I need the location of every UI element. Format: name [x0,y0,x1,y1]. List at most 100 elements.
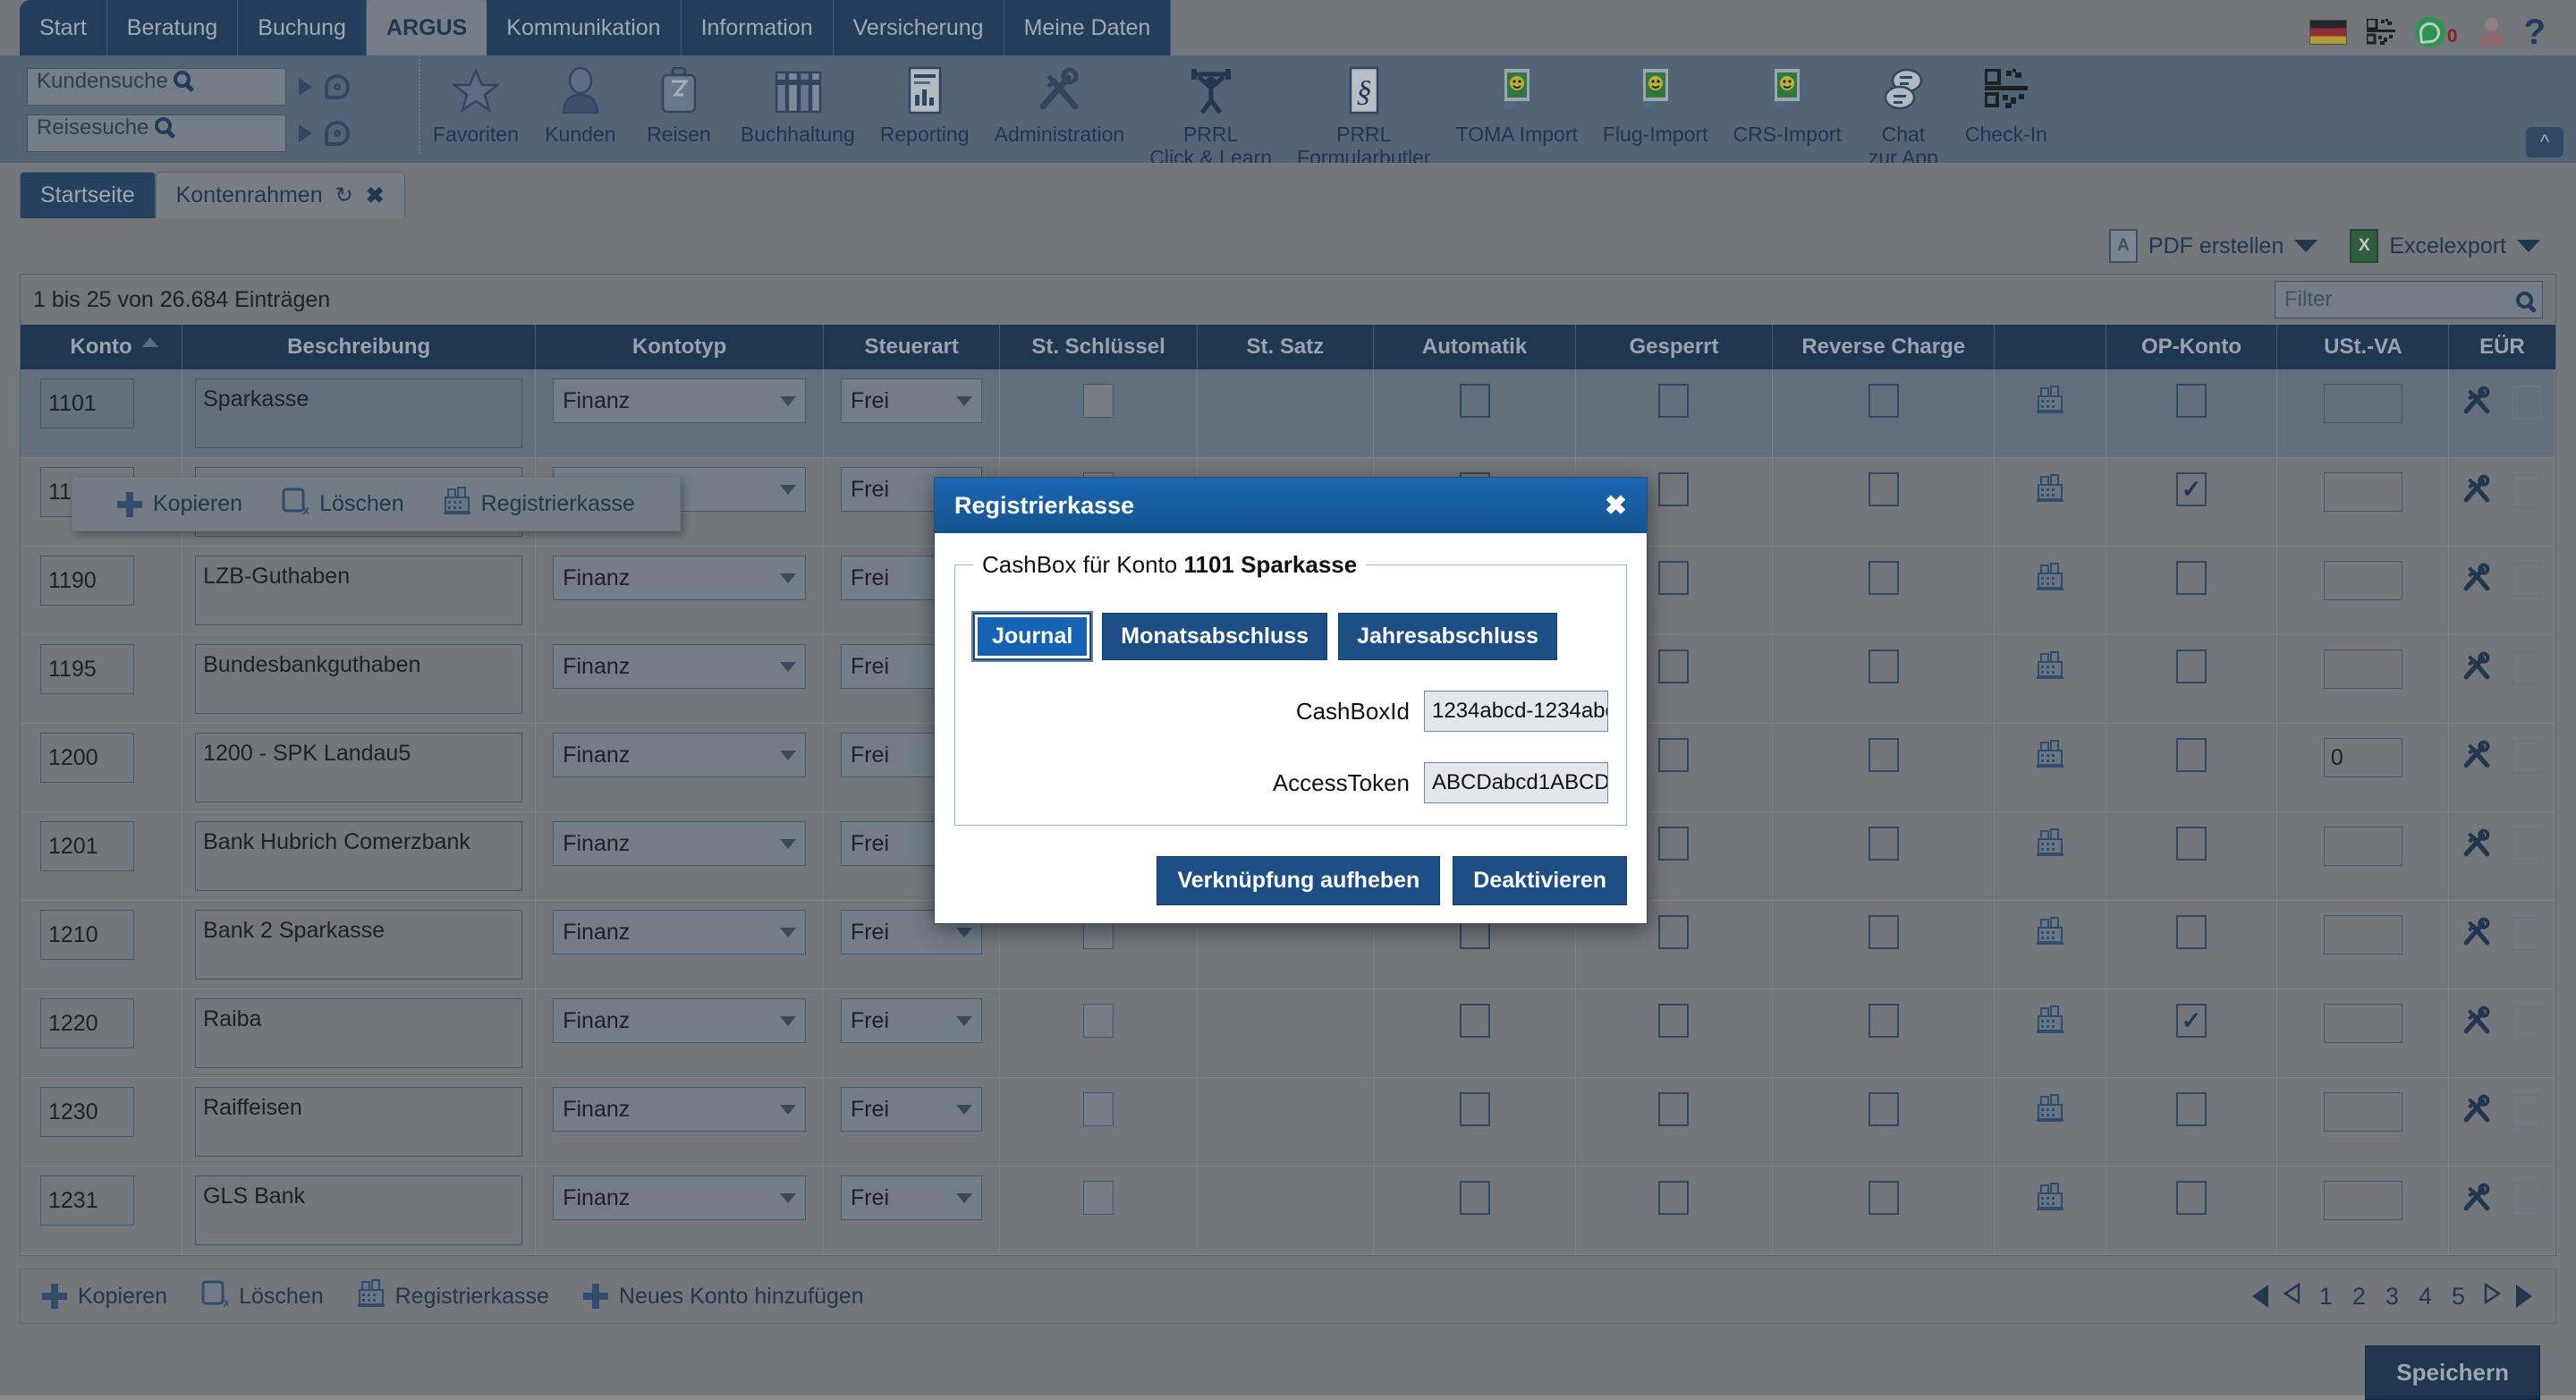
chevron-down-icon[interactable] [2294,240,2318,252]
steuerart-select[interactable]: Frei [841,378,983,423]
kontotyp-select[interactable]: Finanz [553,998,806,1043]
reverse-charge-checkbox[interactable] [1868,1004,1899,1038]
last-page-icon[interactable] [2516,1285,2532,1308]
column-header-automatik[interactable]: Automatik [1374,325,1576,369]
column-header-ust-va[interactable]: USt.-VA [2277,325,2449,369]
column-header-st-satz[interactable]: St. Satz [1197,325,1374,369]
beschreibung-input[interactable]: Bank Hubrich Comerzbank [195,821,522,891]
tab-monatsabschluss[interactable]: Monatsabschluss [1102,613,1327,660]
page-number-2[interactable]: 2 [2350,1283,2368,1311]
tools-icon[interactable] [2462,1005,2492,1040]
kontotyp-select[interactable]: Finanz [553,910,806,955]
konto-input[interactable]: 1201 [40,821,134,871]
whatsapp-icon[interactable] [2415,17,2445,47]
reverse-charge-checkbox[interactable] [1868,915,1899,949]
op-konto-checkbox[interactable] [2176,649,2207,683]
cash-register-icon[interactable] [2002,828,2097,861]
op-konto-checkbox[interactable] [2176,1181,2207,1215]
eur-checkbox[interactable] [2512,474,2542,508]
column-header-steuerart[interactable]: Steuerart [823,325,1000,369]
ust-va-input[interactable] [2324,649,2402,689]
tab-journal[interactable]: Journal [973,613,1091,660]
steuerart-select[interactable]: Frei [841,998,983,1043]
accesstoken-field[interactable]: ABCDabcd1ABCDabcd2ABCD [1424,762,1608,803]
ribbon-item-check-in[interactable]: Check-In [1953,64,2060,147]
column-header-eur[interactable]: EÜR [2449,325,2555,369]
reverse-charge-checkbox[interactable] [1868,1181,1899,1215]
op-konto-checkbox[interactable]: ✓ [2176,1004,2207,1038]
ust-va-input[interactable] [2324,1092,2402,1132]
column-header-st-schluessel[interactable]: St. Schlüssel [1000,325,1197,369]
page-tab-startseite[interactable]: Startseite [20,172,156,218]
column-header-kasse[interactable] [1995,325,2106,369]
context-menu-item-kopieren[interactable]: Kopieren [97,491,262,517]
close-icon[interactable]: ✖ [366,182,385,209]
beschreibung-input[interactable]: Bank 2 Sparkasse [195,910,522,980]
menu-tab-start[interactable]: Start [20,0,107,55]
tools-icon[interactable] [2462,1094,2492,1129]
konto-input[interactable]: 1195 [40,644,134,694]
chevron-down-icon[interactable] [2517,240,2540,252]
konto-input[interactable]: 1210 [40,910,134,960]
context-menu-item-loeschen[interactable]: x Löschen [262,487,424,522]
automatik-checkbox[interactable] [1460,384,1490,418]
reverse-charge-checkbox[interactable] [1868,561,1899,595]
eur-checkbox[interactable] [2512,651,2542,685]
beschreibung-input[interactable]: LZB-Guthaben [195,556,522,625]
ribbon-item-reisen[interactable]: Reisen [630,64,728,147]
page-number-3[interactable]: 3 [2383,1283,2402,1311]
pdf-export-button[interactable]: A PDF erstellen [2109,229,2318,263]
reisesuche-input[interactable]: Reisesuche [27,115,286,152]
ribbon-item-favoriten[interactable]: Favoriten [420,64,531,147]
automatik-checkbox[interactable] [1460,1004,1490,1038]
menu-tab-versicherung[interactable]: Versicherung [834,0,1004,55]
kontotyp-select[interactable]: Finanz [553,1175,806,1220]
ust-va-input[interactable]: 0 [2324,738,2402,777]
column-header-beschreibung[interactable]: Beschreibung [182,325,536,369]
prev-page-icon[interactable] [2283,1283,2302,1311]
kundensuche-input[interactable]: Kundensuche [27,68,286,106]
ribbon-item-buchhaltung[interactable]: Buchhaltung [728,64,868,147]
beschreibung-input[interactable]: Raiffeisen [195,1087,522,1157]
column-header-kontotyp[interactable]: Kontotyp [536,325,824,369]
eur-checkbox[interactable] [2512,563,2542,597]
context-menu-item-registrierkasse[interactable]: Registrierkasse [424,487,655,522]
gesperrt-checkbox[interactable] [1658,1004,1689,1038]
next-page-icon[interactable] [2482,1283,2502,1311]
reverse-charge-checkbox[interactable] [1868,384,1899,418]
beschreibung-input[interactable]: Bundesbankguthaben [195,644,522,714]
menu-tab-kommunikation[interactable]: Kommunikation [487,0,681,55]
bottom-action-kopieren[interactable]: Kopieren [42,1284,201,1310]
menu-tab-argus[interactable]: ARGUS [367,0,487,55]
ribbon-item-prrl-click-and-learn[interactable]: PRRL Click & Learn [1137,64,1284,170]
flag-de-icon[interactable] [2309,20,2347,45]
help-icon[interactable]: ? [2524,14,2546,50]
deaktivieren-button[interactable]: Deaktivieren [1453,856,1627,905]
column-header-reverse-charge[interactable]: Reverse Charge [1773,325,1995,369]
excel-export-button[interactable]: X Excelexport [2350,229,2540,263]
table-row[interactable]: 1230RaiffeisenFinanzFrei [21,1078,2555,1167]
ust-va-input[interactable] [2324,561,2402,600]
ribbon-item-reporting[interactable]: Reporting [868,64,982,147]
gesperrt-checkbox[interactable] [1658,649,1689,683]
page-tab-kontenrahmen[interactable]: Kontenrahmen ↻ ✖ [156,172,405,218]
tools-icon[interactable] [2462,651,2492,686]
kontotyp-select[interactable]: Finanz [553,556,806,600]
kontotyp-select[interactable]: Finanz [553,1087,806,1132]
tools-icon[interactable] [2462,563,2492,598]
tools-icon[interactable] [2462,917,2492,952]
op-konto-checkbox[interactable] [2176,1092,2207,1126]
reverse-charge-checkbox[interactable] [1868,649,1899,683]
automatik-checkbox[interactable] [1460,1181,1490,1215]
eur-checkbox[interactable] [2512,1183,2542,1217]
ust-va-input[interactable] [2324,472,2402,512]
tools-icon[interactable] [2462,740,2492,775]
reverse-charge-checkbox[interactable] [1868,1092,1899,1126]
tools-icon[interactable] [2462,386,2492,420]
op-konto-checkbox[interactable] [2176,384,2207,418]
cash-register-icon[interactable] [2002,917,2097,950]
konto-input[interactable]: 1231 [40,1175,134,1226]
cash-register-icon[interactable] [2002,651,2097,684]
qr-code-icon[interactable] [2367,19,2395,46]
cash-register-icon[interactable] [2002,1094,2097,1127]
